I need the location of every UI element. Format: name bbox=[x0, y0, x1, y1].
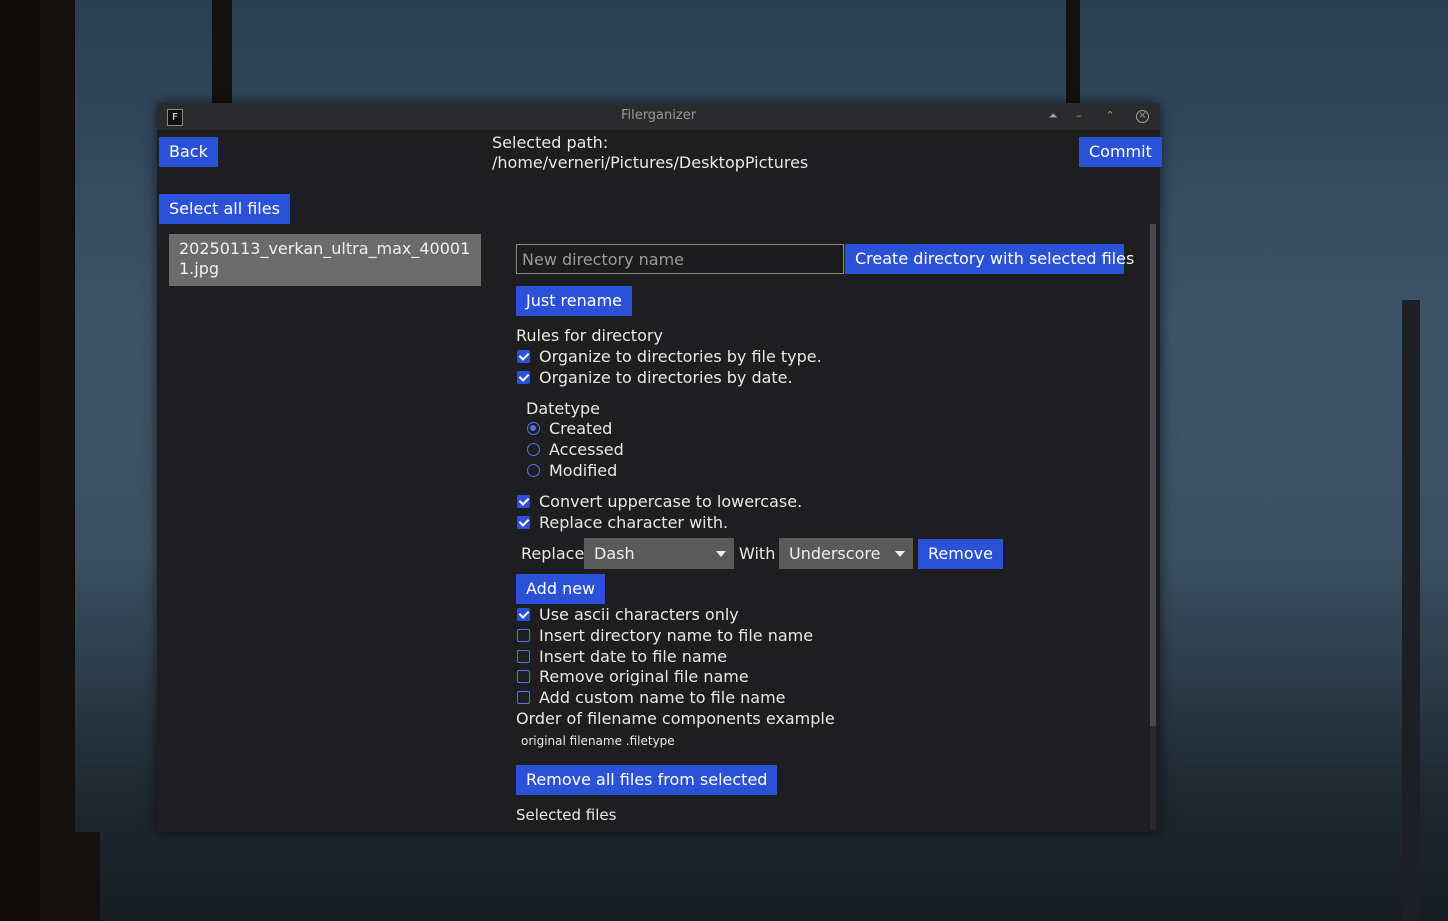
replace-label: Replace bbox=[521, 544, 585, 563]
remove-original-name-checkbox[interactable] bbox=[517, 670, 530, 683]
app-window: F Filerganizer ⏶ – ⌃ × Back Selected pat… bbox=[157, 103, 1162, 832]
background-tree bbox=[60, 832, 100, 921]
add-custom-name-checkbox[interactable] bbox=[517, 691, 530, 704]
remove-rule-button[interactable]: Remove bbox=[918, 539, 1003, 569]
replace-character-checkbox[interactable] bbox=[517, 516, 530, 529]
datetype-modified-label: Modified bbox=[549, 461, 618, 480]
with-label: With bbox=[739, 544, 776, 563]
insert-date-label: Insert date to file name bbox=[539, 647, 728, 666]
commit-button[interactable]: Commit bbox=[1079, 137, 1162, 167]
just-rename-button[interactable]: Just rename bbox=[516, 286, 632, 316]
order-example: original filename .filetype bbox=[521, 734, 675, 748]
background-tree bbox=[1402, 300, 1420, 921]
window-title: Filerganizer bbox=[620, 108, 697, 123]
shade-icon[interactable]: ⏶ bbox=[1046, 109, 1060, 123]
background-tree bbox=[1066, 0, 1080, 105]
datetype-accessed-label: Accessed bbox=[549, 440, 624, 459]
with-select[interactable]: Underscore bbox=[779, 538, 913, 569]
datetype-created-label: Created bbox=[549, 419, 613, 438]
add-custom-name-label: Add custom name to file name bbox=[539, 688, 786, 707]
title-bar[interactable]: F Filerganizer ⏶ – ⌃ × bbox=[157, 103, 1160, 131]
close-icon[interactable]: × bbox=[1136, 110, 1149, 123]
convert-lowercase-label: Convert uppercase to lowercase. bbox=[539, 492, 803, 511]
order-heading: Order of filename components example bbox=[516, 709, 835, 728]
organize-by-file-type-checkbox[interactable] bbox=[517, 350, 530, 363]
insert-date-checkbox[interactable] bbox=[517, 650, 530, 663]
remove-all-files-button[interactable]: Remove all files from selected bbox=[516, 765, 778, 795]
remove-original-name-label: Remove original file name bbox=[539, 667, 749, 686]
selected-files-heading: Selected files bbox=[516, 806, 617, 824]
rules-heading: Rules for directory bbox=[516, 326, 663, 345]
chevron-down-icon bbox=[716, 551, 726, 557]
chevron-down-icon bbox=[895, 551, 905, 557]
maximize-icon[interactable]: ⌃ bbox=[1103, 109, 1117, 123]
datetype-heading: Datetype bbox=[526, 399, 600, 418]
ascii-only-label: Use ascii characters only bbox=[539, 605, 739, 624]
replace-select-value: Dash bbox=[594, 544, 635, 563]
replace-character-label: Replace character with. bbox=[539, 513, 729, 532]
ascii-only-checkbox[interactable] bbox=[517, 608, 530, 621]
convert-lowercase-checkbox[interactable] bbox=[517, 495, 530, 508]
datetype-modified-radio[interactable] bbox=[527, 464, 540, 477]
scrollbar-thumb[interactable] bbox=[1150, 224, 1156, 726]
background-tree bbox=[0, 0, 40, 921]
file-list-item[interactable]: 20250113_verkan_ultra_max_400011.jpg bbox=[169, 234, 481, 286]
add-new-rule-button[interactable]: Add new bbox=[516, 574, 606, 604]
selected-path-value: /home/verneri/Pictures/DesktopPictures bbox=[492, 153, 809, 172]
datetype-accessed-radio[interactable] bbox=[527, 443, 540, 456]
create-directory-button[interactable]: Create directory with selected files bbox=[845, 244, 1134, 274]
datetype-created-radio[interactable] bbox=[527, 422, 540, 435]
replace-select[interactable]: Dash bbox=[584, 538, 734, 569]
organize-by-file-type-label: Organize to directories by file type. bbox=[539, 347, 822, 366]
select-all-files-button[interactable]: Select all files bbox=[159, 194, 290, 224]
back-button[interactable]: Back bbox=[159, 137, 218, 167]
organize-by-date-label: Organize to directories by date. bbox=[539, 368, 793, 387]
organize-by-date-checkbox[interactable] bbox=[517, 371, 530, 384]
insert-directory-name-label: Insert directory name to file name bbox=[539, 626, 814, 645]
selected-path-label: Selected path: bbox=[492, 133, 609, 152]
insert-directory-name-checkbox[interactable] bbox=[517, 629, 530, 642]
new-directory-name-input[interactable] bbox=[516, 244, 844, 274]
with-select-value: Underscore bbox=[789, 544, 881, 563]
minimize-icon[interactable]: – bbox=[1072, 109, 1086, 123]
background-tree bbox=[212, 0, 232, 105]
